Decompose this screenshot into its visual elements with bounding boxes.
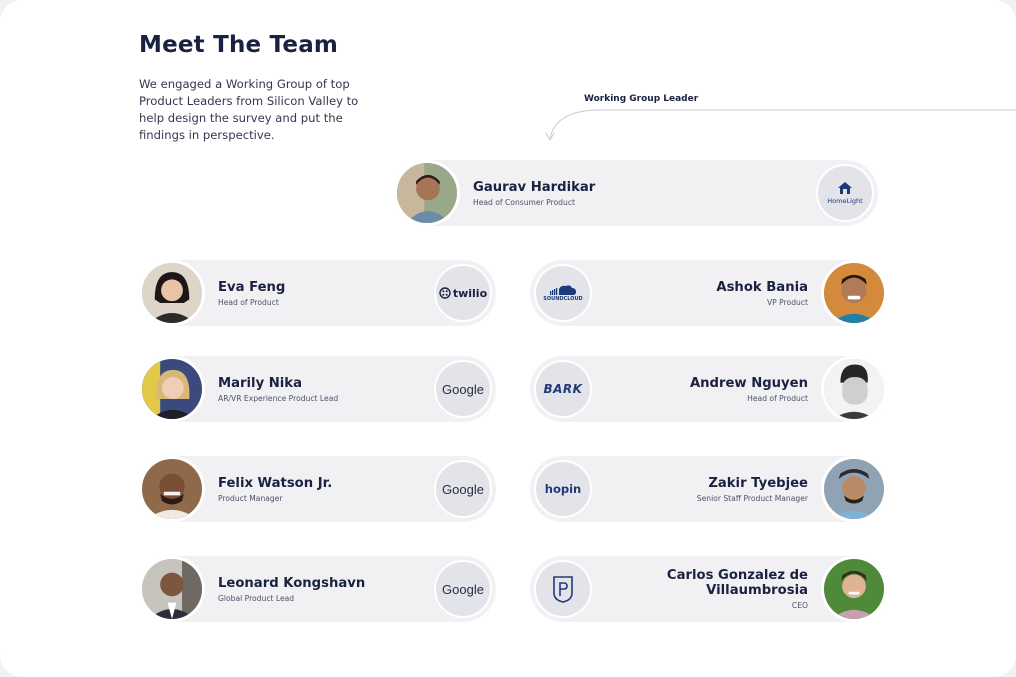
company-logo: Google [434,560,492,618]
company-name: HomeLight [827,197,863,205]
company-logo: hopin [534,460,592,518]
person-name: Gaurav Hardikar [473,179,596,195]
avatar [139,260,205,326]
member-info: Marily Nika AR/VR Experience Product Lea… [218,356,338,422]
leader-arrow-icon [545,109,1016,142]
team-member-row: Felix Watson Jr. Product Manager Google [139,456,496,522]
company-logo [534,560,592,618]
member-info: Carlos Gonzalez de Villaumbrosia CEO [648,556,808,622]
team-member-row: SOUNDCLOUD Ashok Bania VP Product [530,260,887,326]
avatar [821,356,887,422]
team-member-row: Carlos Gonzalez de Villaumbrosia CEO [530,556,887,622]
person-role: Head of Consumer Product [473,197,575,207]
company-name: twilio [452,286,488,300]
person-name: Ashok Bania [716,279,808,295]
person-name: Zakir Tyebjee [708,475,808,491]
person-role: Senior Staff Product Manager [696,493,808,503]
company-name: Google [442,481,484,497]
member-info: Felix Watson Jr. Product Manager [218,456,332,522]
avatar [821,260,887,326]
person-role: VP Product [766,297,808,307]
house-icon [837,182,852,194]
member-info: Andrew Nguyen Head of Product [690,356,808,422]
company-name: SOUNDCLOUD [543,296,583,302]
company-logo: HomeLight [816,164,874,222]
company-logo: Google [434,460,492,518]
person-role: CEO [791,601,808,610]
leader-label: Working Group Leader [584,94,699,104]
person-role: Head of Product [218,297,279,307]
company-name: hopin [544,482,582,496]
person-name: Felix Watson Jr. [218,475,333,491]
team-card: Meet The Team We engaged a Working Group… [0,0,1016,677]
person-name: Marily Nika [218,375,302,391]
person-role: AR/VR Experience Product Lead [218,393,339,403]
company-name: Google [442,581,484,597]
avatar [139,556,205,622]
avatar [821,556,887,622]
team-member-row: Leonard Kongshavn Global Product Lead Go… [139,556,496,622]
soundcloud-icon [549,285,576,295]
avatar [394,160,460,226]
member-info: Leonard Kongshavn Global Product Lead [218,556,365,622]
team-member-row: BARK Andrew Nguyen Head of Product [530,356,887,422]
person-role: Global Product Lead [218,593,295,603]
member-info: Ashok Bania VP Product [716,260,808,326]
company-logo: twilio [434,264,492,322]
company-logo: Google [434,360,492,418]
person-name: Leonard Kongshavn [218,575,366,591]
member-info: Zakir Tyebjee Senior Staff Product Manag… [697,456,808,522]
leader-info: Gaurav Hardikar Head of Consumer Product [473,160,595,226]
intro-text: We engaged a Working Group of top Produc… [139,77,359,142]
team-member-row: hopin Zakir Tyebjee Senior Staff Product… [530,456,887,522]
leader-row: Gaurav Hardikar Head of Consumer Product… [394,160,878,226]
company-logo: BARK [534,360,592,418]
company-logo: SOUNDCLOUD [534,264,592,322]
person-name: Andrew Nguyen [689,375,808,391]
twilio-icon [439,287,451,299]
avatar [139,456,205,522]
person-role: Product Manager [218,493,283,503]
member-info: Eva Feng Head of Product [218,260,285,326]
company-name: BARK [543,382,583,396]
person-role: Head of Product [747,393,808,403]
product-school-icon [553,576,573,603]
avatar [821,456,887,522]
company-name: Google [442,381,484,397]
team-member-row: Marily Nika AR/VR Experience Product Lea… [139,356,496,422]
page-title: Meet The Team [139,32,339,58]
person-name: Carlos Gonzalez de Villaumbrosia [666,568,808,598]
avatar [139,356,205,422]
team-member-row: Eva Feng Head of Product twilio [139,260,496,326]
person-name: Eva Feng [218,279,286,295]
